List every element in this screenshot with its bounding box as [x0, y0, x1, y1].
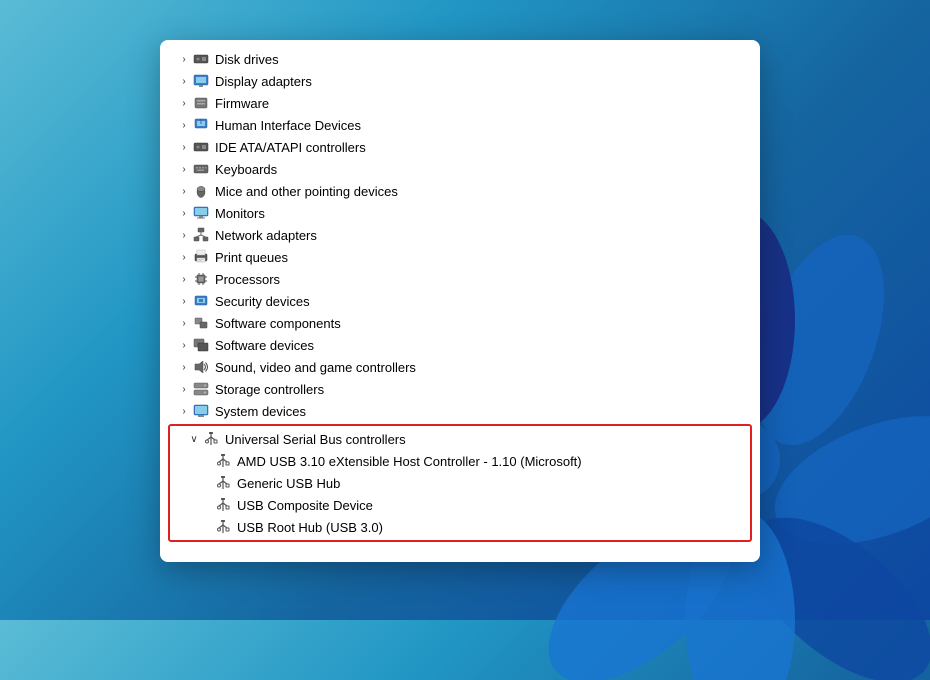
processor-icon	[192, 270, 210, 288]
print-queues-label: Print queues	[215, 250, 288, 265]
firmware-icon	[192, 94, 210, 112]
chevron-icon: ›	[176, 208, 192, 219]
tree-item-security-devices[interactable]: › Security devices	[160, 290, 760, 312]
tree-item-system-devices[interactable]: › System devices	[160, 400, 760, 422]
chevron-icon: ›	[176, 76, 192, 87]
tree-item-human-interface[interactable]: › Human Interface Devices	[160, 114, 760, 136]
software-components-icon	[192, 314, 210, 332]
chevron-icon: ›	[176, 340, 192, 351]
tree-item-usb-composite[interactable]: USB Composite Device	[170, 494, 750, 516]
mouse-icon	[192, 182, 210, 200]
storage-controllers-label: Storage controllers	[215, 382, 324, 397]
tree-item-keyboards[interactable]: › Keyboards	[160, 158, 760, 180]
chevron-icon: ›	[176, 230, 192, 241]
usb-composite-icon	[214, 496, 232, 514]
network-adapters-label: Network adapters	[215, 228, 317, 243]
sound-icon	[192, 358, 210, 376]
chevron-icon: ›	[176, 164, 192, 175]
sound-video-label: Sound, video and game controllers	[215, 360, 416, 375]
processors-label: Processors	[215, 272, 280, 287]
tree-item-ide-ata[interactable]: › IDE ATA/ATAPI controllers	[160, 136, 760, 158]
usb-root-hub-label: USB Root Hub (USB 3.0)	[237, 520, 383, 535]
monitor-icon	[192, 204, 210, 222]
device-manager-window: › Disk drives › Display adapters › Firmw…	[160, 40, 760, 562]
network-icon	[192, 226, 210, 244]
chevron-icon: ›	[176, 318, 192, 329]
chevron-icon: ›	[176, 362, 192, 373]
tree-item-software-components[interactable]: › Software components	[160, 312, 760, 334]
tree-item-storage-controllers[interactable]: › Storage controllers	[160, 378, 760, 400]
chevron-icon: ›	[176, 142, 192, 153]
print-icon	[192, 248, 210, 266]
hid-icon	[192, 116, 210, 134]
chevron-icon: ›	[176, 98, 192, 109]
tree-item-processors[interactable]: › Processors	[160, 268, 760, 290]
usb-hub-icon	[214, 474, 232, 492]
tree-item-network-adapters[interactable]: › Network adapters	[160, 224, 760, 246]
ide-icon	[192, 138, 210, 156]
tree-item-generic-usb-hub[interactable]: Generic USB Hub	[170, 472, 750, 494]
system-devices-icon	[192, 402, 210, 420]
tree-item-mice[interactable]: › Mice and other pointing devices	[160, 180, 760, 202]
security-devices-label: Security devices	[215, 294, 310, 309]
usb-section: ∨ Universal Serial Bus controllers AMD U…	[168, 424, 752, 542]
tree-item-usb-controllers[interactable]: ∨ Universal Serial Bus controllers	[170, 428, 750, 450]
software-devices-icon	[192, 336, 210, 354]
hid-label: Human Interface Devices	[215, 118, 361, 133]
keyboards-label: Keyboards	[215, 162, 277, 177]
chevron-icon: ›	[176, 120, 192, 131]
tree-item-software-devices[interactable]: › Software devices	[160, 334, 760, 356]
ide-label: IDE ATA/ATAPI controllers	[215, 140, 366, 155]
mice-label: Mice and other pointing devices	[215, 184, 398, 199]
tree-item-print-queues[interactable]: › Print queues	[160, 246, 760, 268]
tree-item-display-adapters[interactable]: › Display adapters	[160, 70, 760, 92]
chevron-icon: ›	[176, 54, 192, 65]
tree-item-firmware[interactable]: › Firmware	[160, 92, 760, 114]
disk-drives-icon	[192, 50, 210, 68]
tree-view: › Disk drives › Display adapters › Firmw…	[160, 40, 760, 562]
usb-composite-label: USB Composite Device	[237, 498, 373, 513]
tree-item-disk-drives[interactable]: › Disk drives	[160, 48, 760, 70]
usb-root-hub-icon	[214, 518, 232, 536]
tree-item-sound-video[interactable]: › Sound, video and game controllers	[160, 356, 760, 378]
generic-usb-hub-label: Generic USB Hub	[237, 476, 340, 491]
chevron-icon: ›	[176, 186, 192, 197]
chevron-icon: ›	[176, 406, 192, 417]
chevron-icon: ›	[176, 296, 192, 307]
tree-item-monitors[interactable]: › Monitors	[160, 202, 760, 224]
display-adapters-icon	[192, 72, 210, 90]
tree-item-amd-usb[interactable]: AMD USB 3.10 eXtensible Host Controller …	[170, 450, 750, 472]
monitors-label: Monitors	[215, 206, 265, 221]
firmware-label: Firmware	[215, 96, 269, 111]
chevron-icon: ›	[176, 252, 192, 263]
tree-item-usb-root-hub[interactable]: USB Root Hub (USB 3.0)	[170, 516, 750, 538]
system-devices-label: System devices	[215, 404, 306, 419]
keyboard-icon	[192, 160, 210, 178]
storage-icon	[192, 380, 210, 398]
chevron-icon: ›	[176, 274, 192, 285]
amd-usb-label: AMD USB 3.10 eXtensible Host Controller …	[237, 454, 582, 469]
usb-chevron-icon: ∨	[186, 434, 202, 445]
software-components-label: Software components	[215, 316, 341, 331]
usb-controllers-label: Universal Serial Bus controllers	[225, 432, 406, 447]
disk-drives-label: Disk drives	[215, 52, 279, 67]
chevron-icon: ›	[176, 384, 192, 395]
usb-icon	[202, 430, 220, 448]
software-devices-label: Software devices	[215, 338, 314, 353]
security-icon	[192, 292, 210, 310]
usb-device-icon	[214, 452, 232, 470]
display-adapters-label: Display adapters	[215, 74, 312, 89]
